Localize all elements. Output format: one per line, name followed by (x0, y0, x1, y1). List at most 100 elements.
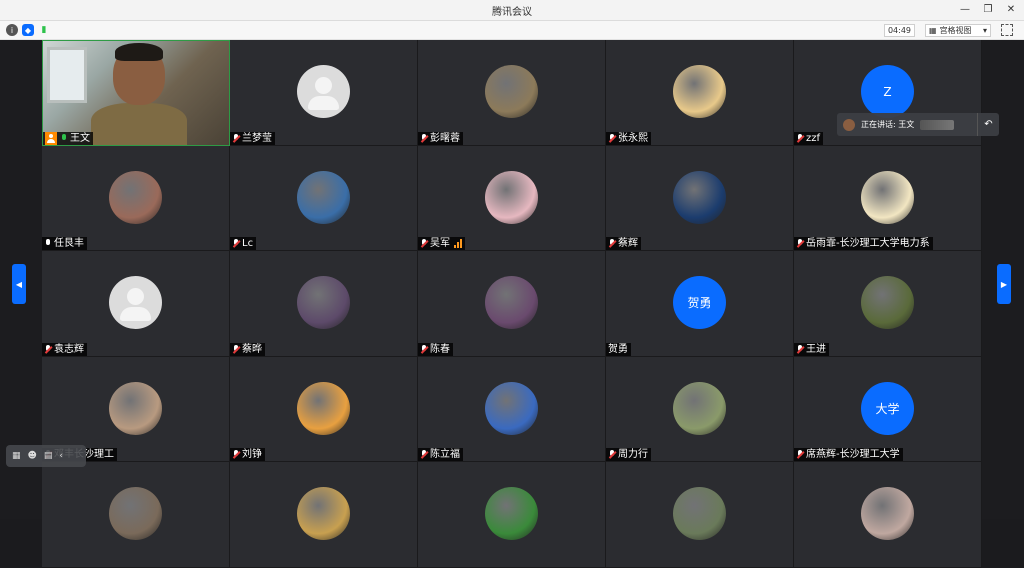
mic-muted-icon (232, 449, 241, 460)
return-icon[interactable]: ↶ (977, 113, 999, 136)
participant-tile[interactable]: 陈春 (418, 251, 606, 357)
video-hair (115, 43, 163, 61)
participant-nametag: 陈春 (418, 342, 453, 356)
participant-name: zzf (806, 132, 821, 144)
participant-nametag: 兰梦莹 (230, 131, 275, 145)
mic-muted-icon (608, 238, 617, 249)
window-controls: — ❐ ✕ (958, 2, 1018, 18)
participant-nametag: 张永熙 (606, 131, 651, 145)
participant-tile[interactable] (230, 462, 418, 568)
mic-muted-icon (420, 344, 429, 355)
participant-avatar (485, 65, 538, 118)
participant-name: Lc (242, 238, 254, 249)
shield-icon[interactable]: ◆ (22, 24, 34, 36)
close-button[interactable]: ✕ (1004, 2, 1018, 18)
emoji-icon[interactable]: ☻ (28, 451, 37, 461)
fullscreen-icon[interactable] (1001, 24, 1013, 36)
participant-tile[interactable]: 蔡辉 (606, 145, 794, 251)
participant-avatar (485, 170, 538, 224)
participant-tile[interactable]: 周力行 (606, 356, 794, 462)
participant-tile[interactable]: 刘铮 (230, 356, 418, 462)
participant-tile[interactable]: 彭曙蓉 (418, 40, 606, 146)
video-window (47, 47, 87, 103)
participant-name: 吴军 (430, 238, 450, 249)
minimize-button[interactable]: — (958, 2, 972, 18)
participant-name: 王进 (806, 343, 826, 355)
participant-avatar: 大学 (861, 381, 914, 435)
restore-button[interactable]: ❐ (981, 2, 995, 18)
participant-name: 袁志辉 (54, 343, 84, 355)
speaking-label: 正在讲话: 王文 (861, 120, 915, 129)
layout-icon[interactable]: ▦ (12, 451, 21, 461)
mic-icon (60, 133, 69, 144)
participant-name: 刘铮 (242, 449, 262, 460)
speaker-avatar (843, 118, 855, 131)
participant-tile[interactable] (418, 462, 606, 568)
participant-avatar (109, 276, 162, 329)
mic-muted-icon (232, 344, 241, 355)
participant-avatar (109, 381, 162, 435)
mic-muted-icon (608, 449, 617, 460)
participant-name: 蔡晔 (242, 343, 262, 355)
participant-tile[interactable]: 岳雨霏-长沙理工大学电力系 (794, 145, 982, 251)
participant-tile[interactable]: 王进 (794, 251, 982, 357)
mic-muted-icon (796, 133, 805, 144)
participant-tile[interactable]: Lc (230, 145, 418, 251)
participant-avatar (109, 170, 162, 224)
participant-tile[interactable] (42, 462, 230, 568)
toolbar-icons: i ◆ ▮ (6, 24, 50, 36)
view-selector[interactable]: ▦ 宫格视图 ▾ (925, 24, 991, 37)
participant-name: 陈春 (430, 343, 450, 355)
participant-avatar (297, 170, 350, 224)
participant-tile[interactable]: 兰梦莹 (230, 40, 418, 146)
default-avatar-body (120, 307, 151, 321)
participant-name: 兰梦莹 (242, 132, 272, 144)
participant-nametag: 彭曙蓉 (418, 131, 463, 145)
participant-nametag: 任艮丰 (42, 237, 87, 250)
participant-tile[interactable]: 张永熙 (606, 40, 794, 146)
view-label: 宫格视图 (939, 26, 972, 35)
collapse-icon[interactable]: ‹ (59, 451, 63, 461)
participant-avatar (485, 487, 538, 540)
participant-name: 陈立福 (430, 449, 460, 460)
signal-icon[interactable]: ▮ (38, 24, 50, 36)
participant-avatar (861, 276, 914, 329)
chat-icon[interactable]: ▤ (44, 451, 53, 461)
participant-tile[interactable]: 任艮丰 (42, 145, 230, 251)
video-stage: 王文 兰梦莹 彭曙蓉 张永熙 Zzzf 任艮丰 Lc 吴军 蔡辉 岳雨霏-长沙理工大学电力系 袁志辉… (0, 40, 1024, 568)
participant-tile[interactable]: 大学 席燕辉-长沙理工大学 (794, 356, 982, 462)
participant-tile[interactable] (794, 462, 982, 568)
mic-icon (44, 238, 53, 249)
participant-name: 贺勇 (608, 343, 628, 355)
participant-tile[interactable]: 袁志辉 (42, 251, 230, 357)
floating-toolbar: ▦ ☻ ▤ ‹ (6, 445, 86, 467)
participant-avatar: 贺勇 (673, 276, 726, 329)
participant-avatar (297, 65, 350, 118)
participant-name: 王文 (70, 132, 90, 144)
participant-tile[interactable] (606, 462, 794, 568)
participant-name: 周力行 (618, 449, 648, 460)
participant-tile[interactable]: 陈立福 (418, 356, 606, 462)
info-icon[interactable]: i (6, 24, 18, 36)
network-signal-icon (454, 239, 462, 248)
window-title: 腾讯会议 (492, 7, 532, 18)
mic-muted-icon (44, 344, 53, 355)
next-page-button[interactable]: ▶ (997, 264, 1011, 304)
speaking-indicator: 正在讲话: 王文 ↶ (837, 113, 999, 136)
participant-tile[interactable]: 蔡晔 (230, 251, 418, 357)
participant-nametag: 袁志辉 (42, 342, 87, 356)
prev-page-button[interactable]: ◀ (12, 264, 26, 304)
mic-muted-icon (232, 238, 241, 249)
participant-nametag: 蔡晔 (230, 342, 265, 356)
participant-tile[interactable]: 吴军 (418, 145, 606, 251)
participant-tile[interactable]: 王文 (42, 40, 230, 146)
mic-muted-icon (420, 238, 429, 249)
participant-nametag: Lc (230, 237, 257, 250)
default-avatar-head (127, 288, 144, 305)
participant-nametag: 刘铮 (230, 448, 265, 461)
host-icon (45, 131, 57, 145)
grid-icon: ▦ (929, 26, 937, 35)
title-bar: 腾讯会议 — ❐ ✕ (0, 0, 1024, 21)
mic-muted-icon (608, 133, 617, 144)
participant-tile[interactable]: 贺勇 贺勇 (606, 251, 794, 357)
